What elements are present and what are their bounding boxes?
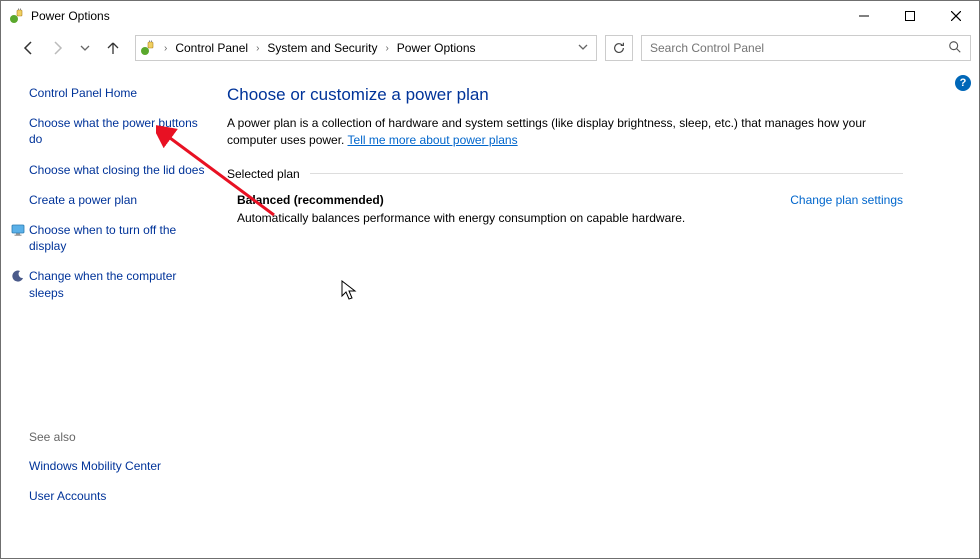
sidebar-link-create-plan[interactable]: Create a power plan (29, 192, 209, 208)
selected-plan-section: Selected plan (227, 167, 903, 181)
chevron-right-icon[interactable]: › (383, 43, 390, 54)
see-also-user-accounts[interactable]: User Accounts (29, 488, 209, 504)
page-heading: Choose or customize a power plan (227, 85, 903, 105)
control-panel-home-link[interactable]: Control Panel Home (29, 85, 209, 101)
page-description: A power plan is a collection of hardware… (227, 115, 903, 149)
learn-more-link[interactable]: Tell me more about power plans (348, 133, 518, 147)
search-box[interactable] (641, 35, 971, 61)
sidebar-link-label: User Accounts (29, 488, 106, 504)
help-icon[interactable]: ? (955, 75, 971, 91)
sidebar-link-turn-off-display[interactable]: Choose when to turn off the display (11, 222, 209, 254)
sidebar-link-label: Windows Mobility Center (29, 458, 161, 474)
plan-name: Balanced (recommended) (237, 193, 790, 207)
address-dropdown[interactable] (572, 41, 594, 55)
titlebar: Power Options (1, 1, 979, 31)
divider (310, 173, 903, 174)
power-options-icon (9, 8, 25, 24)
sidebar-link-label: Create a power plan (29, 192, 137, 208)
search-icon[interactable] (948, 40, 962, 57)
sidebar-link-closing-lid[interactable]: Choose what closing the lid does (29, 162, 209, 178)
maximize-button[interactable] (887, 1, 933, 31)
sidebar: Control Panel Home Choose what the power… (29, 85, 209, 548)
see-also-mobility-center[interactable]: Windows Mobility Center (29, 458, 209, 474)
address-bar[interactable]: › Control Panel › System and Security › … (135, 35, 597, 61)
change-plan-settings-link[interactable]: Change plan settings (790, 193, 903, 225)
sidebar-link-label: Choose when to turn off the display (29, 222, 209, 254)
recent-dropdown[interactable] (73, 36, 97, 60)
plan-description: Automatically balances performance with … (237, 211, 790, 225)
window-title: Power Options (31, 9, 110, 23)
breadcrumb-power-options[interactable]: Power Options (391, 39, 482, 57)
minimize-button[interactable] (841, 1, 887, 31)
breadcrumb: Control Panel › System and Security › Po… (169, 39, 481, 57)
up-button[interactable] (101, 36, 125, 60)
sidebar-link-power-buttons[interactable]: Choose what the power buttons do (29, 115, 209, 147)
see-also-heading: See also (29, 430, 209, 444)
window-controls (841, 1, 979, 31)
chevron-right-icon[interactable]: › (162, 43, 169, 54)
sidebar-link-label: Change when the computer sleeps (29, 268, 209, 300)
sidebar-link-label: Choose what the power buttons do (29, 115, 209, 147)
sidebar-link-computer-sleeps[interactable]: Change when the computer sleeps (11, 268, 209, 300)
sidebar-link-label: Choose what closing the lid does (29, 162, 204, 178)
content-area: Control Panel Home Choose what the power… (1, 65, 979, 558)
forward-button[interactable] (45, 36, 69, 60)
breadcrumb-control-panel[interactable]: Control Panel (169, 39, 254, 57)
close-button[interactable] (933, 1, 979, 31)
plan-row: Balanced (recommended) Automatically bal… (227, 193, 903, 225)
refresh-button[interactable] (605, 35, 633, 61)
breadcrumb-system-security[interactable]: System and Security (261, 39, 383, 57)
main-panel: Choose or customize a power plan A power… (209, 85, 963, 548)
search-input[interactable] (650, 41, 948, 55)
back-button[interactable] (17, 36, 41, 60)
navigation-bar: › Control Panel › System and Security › … (1, 31, 979, 65)
moon-icon (11, 269, 25, 283)
chevron-right-icon[interactable]: › (254, 43, 261, 54)
monitor-icon (11, 223, 25, 237)
section-label: Selected plan (227, 167, 300, 181)
power-options-icon (140, 40, 156, 56)
